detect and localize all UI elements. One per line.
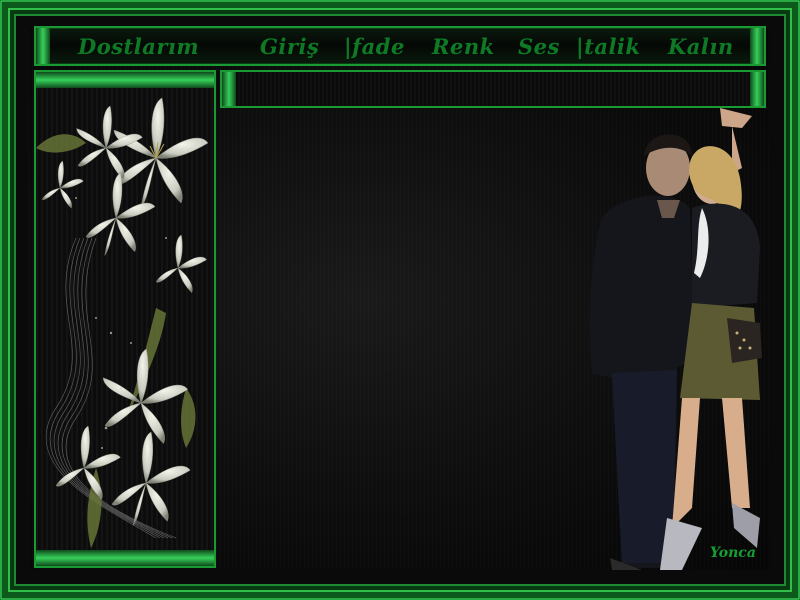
nav-link-ifade[interactable]: |fade [344, 34, 405, 59]
sidebar-frame [34, 70, 216, 568]
sidebar-bottom-cap [36, 550, 214, 566]
sidebar-top-cap [36, 72, 214, 88]
header-bar-left-cap [222, 72, 236, 106]
lilies-image [36, 97, 209, 548]
nav-link-ses[interactable]: Ses [518, 34, 560, 59]
signature-text: Yonca [710, 545, 756, 561]
header-bar [220, 70, 766, 108]
nav-link-renk[interactable]: Renk [432, 34, 495, 59]
nav-link-giris[interactable]: Giriş [260, 34, 319, 59]
nav-link-dostlarim[interactable]: Dostlarım [78, 34, 199, 59]
navbar-right-cap [750, 28, 764, 64]
navbar-left-cap [36, 28, 50, 64]
nav-link-italik[interactable]: |talik [576, 34, 640, 59]
top-navbar: Dostlarım Giriş |fade Renk Ses |talik Ka… [34, 26, 766, 66]
header-bar-right-cap [750, 72, 764, 106]
couple-image [589, 108, 762, 570]
nav-link-kalin[interactable]: Kalın [668, 34, 734, 59]
